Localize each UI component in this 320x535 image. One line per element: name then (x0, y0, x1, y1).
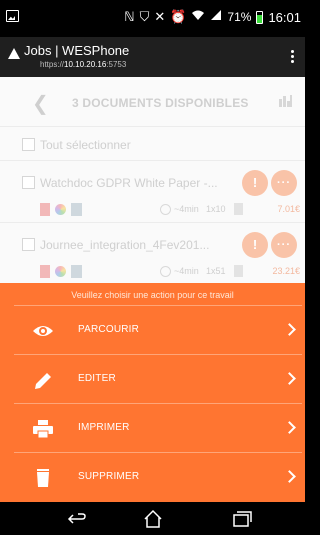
browser-app-bar: Jobs | WESPhone https://10.10.20.16:5753 (0, 37, 305, 77)
color-icon (55, 204, 66, 215)
documents-page: ❮ 3 DOCUMENTS DISPONIBLES Tout sélection… (0, 77, 305, 285)
url-host: 10.10.20.16 (64, 60, 107, 69)
url-port: :5753 (106, 60, 127, 69)
duplex-icon (71, 265, 82, 278)
select-all-row[interactable]: Tout sélectionner (0, 127, 305, 161)
document-item[interactable]: Journee_integration_4Fev201... ! ··· ~4m… (0, 223, 305, 285)
gallery-notification-icon (6, 10, 19, 22)
pages-icon (234, 203, 243, 215)
warning-action-icon[interactable]: ! (242, 232, 268, 258)
document-price: 23.21€ (272, 266, 300, 276)
print-action[interactable]: IMPRIMER (14, 403, 302, 452)
url-scheme: https:// (40, 60, 65, 69)
edit-action-label: EDITER (78, 373, 116, 384)
battery-percent: 71% (227, 10, 252, 24)
printer-icon (32, 419, 54, 439)
system-nav-bar (0, 502, 305, 535)
vpn-icon: ⛉ (139, 9, 150, 24)
document-duration: ~4min (174, 266, 199, 276)
delete-action-label: SUPPRIMER (78, 471, 140, 482)
statistics-icon[interactable] (279, 95, 293, 107)
alarm-icon: ⏰ (170, 9, 187, 24)
url-text: https://10.10.20.16:5753 (40, 60, 126, 69)
document-checkbox[interactable] (22, 176, 35, 189)
pages-icon (234, 265, 243, 277)
clock-icon (160, 266, 171, 277)
status-bar: ℕ ⛉ ✕ ⏰ 71% 16:01 (0, 0, 305, 37)
pdf-icon (40, 265, 50, 278)
clock-time: 16:01 (268, 9, 301, 25)
home-nav-icon[interactable] (142, 509, 164, 529)
screen: ℕ ⛉ ✕ ⏰ 71% 16:01 Jobs | WESPhone https:… (0, 0, 305, 535)
clock-icon (160, 204, 171, 215)
action-sheet: Veuillez choisir une action pour ce trav… (0, 283, 305, 502)
trash-icon (32, 468, 54, 488)
chevron-right-icon (283, 421, 296, 434)
browse-action-label: PARCOURIR (78, 324, 140, 335)
document-price: 7.01€ (277, 204, 300, 214)
delete-action[interactable]: SUPPRIMER (14, 452, 302, 501)
back-nav-icon[interactable] (66, 509, 88, 529)
document-name: Journee_integration_4Fev201... (40, 238, 210, 252)
back-arrow-icon[interactable]: ❮ (32, 91, 49, 116)
document-copies: 1x51 (206, 266, 226, 276)
page-title: Jobs | WESPhone (24, 43, 130, 58)
status-icons: ℕ ⛉ ✕ ⏰ 71% 16:01 (124, 9, 301, 25)
nfc-icon: ℕ (124, 9, 135, 24)
battery-icon (256, 10, 264, 24)
chevron-right-icon (283, 470, 296, 483)
chevron-right-icon (283, 323, 296, 336)
document-copies: 1x10 (206, 204, 226, 214)
more-actions-icon[interactable]: ··· (271, 170, 297, 196)
document-meta: ~4min 1x51 23.21€ (40, 265, 302, 279)
warning-icon (8, 48, 20, 59)
pencil-icon (32, 370, 54, 390)
overflow-menu-icon[interactable] (291, 50, 295, 64)
document-checkbox[interactable] (22, 238, 35, 251)
documents-header: ❮ 3 DOCUMENTS DISPONIBLES (0, 77, 305, 127)
document-meta: ~4min 1x10 7.01€ (40, 203, 302, 217)
recent-apps-nav-icon[interactable] (230, 509, 252, 529)
warning-action-icon[interactable]: ! (242, 170, 268, 196)
color-icon (55, 266, 66, 277)
more-actions-icon[interactable]: ··· (271, 232, 297, 258)
select-all-checkbox[interactable] (22, 138, 35, 151)
pdf-icon (40, 203, 50, 216)
print-action-label: IMPRIMER (78, 422, 130, 433)
wifi-icon (191, 9, 205, 25)
duplex-icon (71, 203, 82, 216)
edit-action[interactable]: EDITER (14, 354, 302, 403)
signal-icon (210, 9, 222, 25)
document-item[interactable]: Watchdoc GDPR White Paper -... ! ··· ~4m… (0, 161, 305, 223)
browse-action[interactable]: PARCOURIR (14, 305, 302, 354)
document-duration: ~4min (174, 204, 199, 214)
eye-icon (32, 321, 54, 341)
document-name: Watchdoc GDPR White Paper -... (40, 176, 218, 190)
chevron-right-icon (283, 372, 296, 385)
action-sheet-prompt: Veuillez choisir une action pour ce trav… (71, 290, 234, 300)
mute-icon: ✕ (154, 9, 166, 24)
documents-count-title: 3 DOCUMENTS DISPONIBLES (72, 96, 249, 110)
select-all-label: Tout sélectionner (40, 138, 131, 152)
